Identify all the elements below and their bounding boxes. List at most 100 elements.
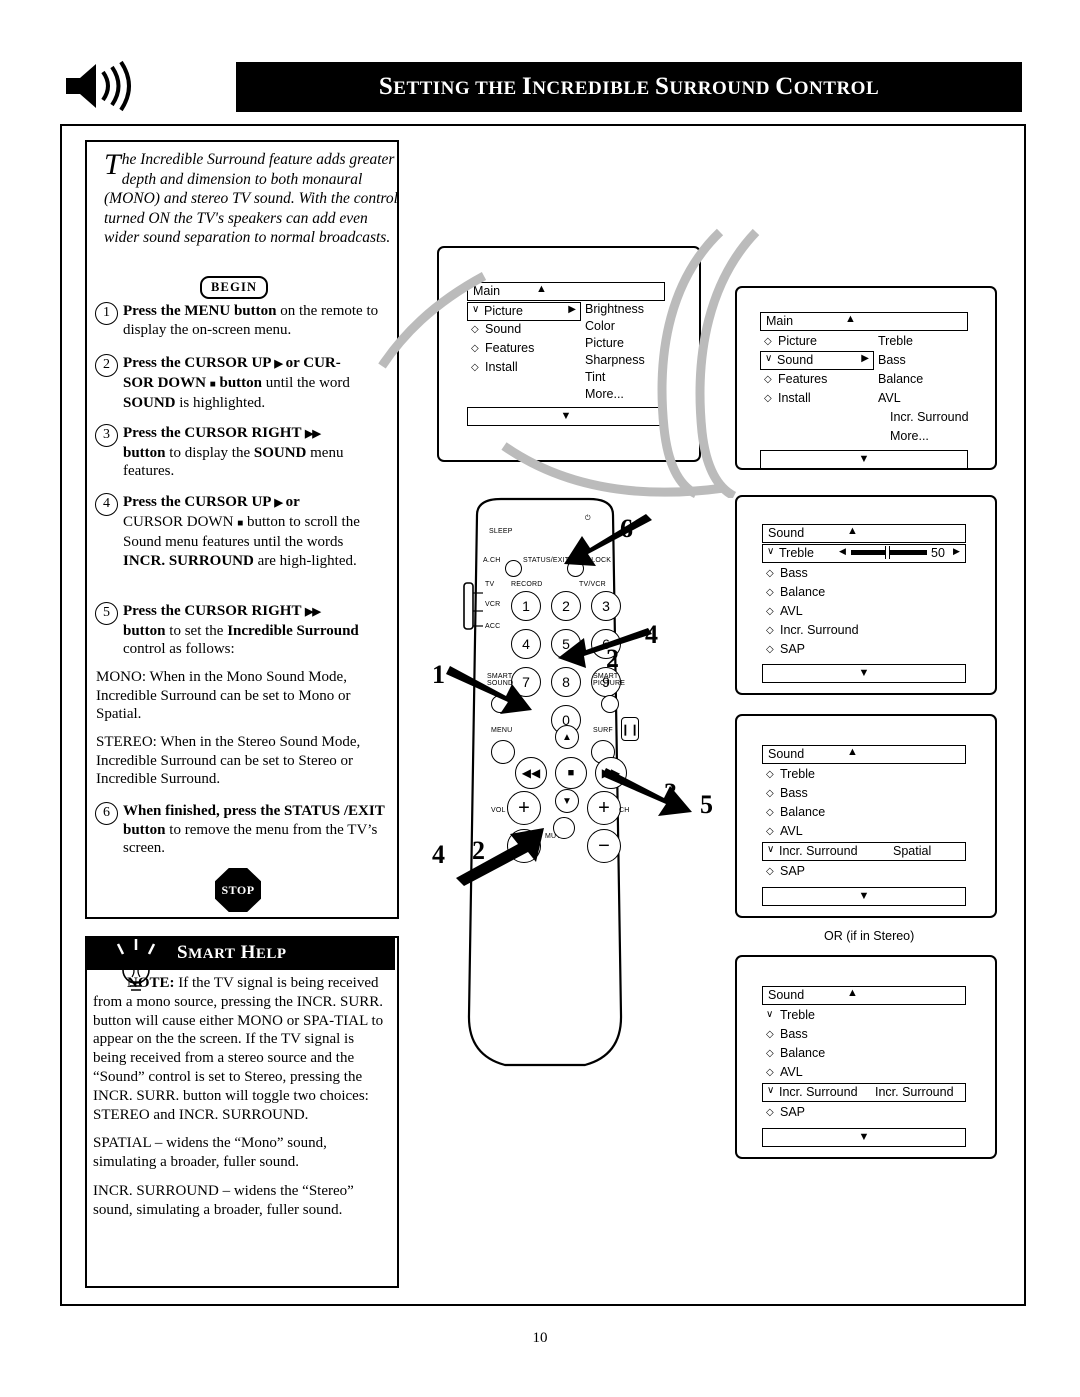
remote-button-menu[interactable] — [491, 740, 515, 764]
page-title: SETTING THE INCREDIBLE SURROUND CONTROL — [378, 73, 880, 100]
speaker-icon — [58, 58, 138, 114]
remote-button-smart-picture[interactable] — [601, 695, 619, 713]
osd-right-more: More... — [890, 429, 929, 443]
remote-button-ach[interactable] — [505, 560, 522, 577]
callout-label-2-left: 2 — [472, 836, 485, 865]
osd-item-features: Features — [485, 341, 535, 355]
cursor-left-button[interactable]: ◀◀ — [515, 757, 547, 789]
osd-right-bass: Bass — [878, 353, 906, 367]
step-3-number: 3 — [95, 424, 118, 447]
cursor-stop-button[interactable]: ■ — [555, 757, 587, 789]
osd-right-incr-surround: Incr. Surround — [890, 410, 969, 424]
osd-item-sound: Sound — [777, 353, 814, 367]
remote-label-vcr: VCR — [485, 601, 501, 608]
step-1-number: 1 — [95, 302, 118, 325]
diamond-icon: ◇ — [764, 393, 772, 404]
intro-paragraph: The Incredible Surround feature adds gre… — [96, 146, 406, 248]
diamond-icon: ◇ — [766, 606, 774, 617]
begin-badge: BEGIN — [200, 276, 269, 299]
remote-key-3[interactable]: 3 — [591, 591, 621, 621]
step-1: 1 Press the MENU button on the remote to… — [95, 302, 386, 339]
osd-item-balance: Balance — [780, 1046, 826, 1060]
check-icon: ∨ — [767, 546, 775, 557]
note-label: NOTE: — [127, 975, 175, 991]
check-icon: ∨ — [765, 353, 773, 364]
or-caption: OR (if in Stereo) — [824, 929, 915, 943]
callout-label-6: 6 — [620, 514, 633, 543]
slider-right-arrow-icon: ▶ — [953, 546, 960, 556]
callout-label-4-right: 4 — [645, 620, 658, 649]
diamond-icon: ◇ — [766, 644, 774, 655]
scroll-down-icon: ▼ — [858, 453, 870, 465]
osd-item-sap: SAP — [780, 1105, 806, 1119]
osd-item-treble: Treble — [780, 767, 815, 781]
osd-title: Sound — [768, 747, 805, 761]
remote-button-pause[interactable]: ❙❙ — [621, 717, 639, 741]
osd-item-balance: Balance — [780, 585, 826, 599]
osd-sound-incr: Sound ▲ ∨ Treble ◇ Bass ◇ Balance ◇ AVL … — [762, 986, 972, 1147]
step-2-number: 2 — [95, 354, 118, 377]
step-4-number: 4 — [95, 493, 118, 516]
diamond-icon: ◇ — [766, 587, 774, 598]
smart-help-incr: INCR. SURROUND – widens the “Stereo” sou… — [93, 1182, 354, 1218]
callout-arrow-1 — [446, 666, 532, 714]
remote-label-tv: TV — [485, 581, 495, 588]
scroll-up-icon: ▲ — [536, 283, 547, 295]
cursor-up-button[interactable]: ▲ — [555, 725, 579, 749]
check-icon: ∨ — [767, 1085, 775, 1096]
callout-label-4-left: 4 — [432, 840, 445, 869]
remote-key-2[interactable]: 2 — [551, 591, 581, 621]
osd-item-bass: Bass — [780, 566, 808, 580]
step-5: 5 Press the CURSOR RIGHT ▶▶ button to set… — [95, 602, 386, 659]
osd-item-install: Install — [778, 391, 811, 405]
diamond-icon: ◇ — [766, 769, 774, 780]
diamond-icon: ◇ — [766, 568, 774, 579]
osd-item-incr-surround: Incr. Surround — [779, 1085, 858, 1099]
check-icon: ∨ — [767, 844, 775, 855]
step-3: 3 Press the CURSOR RIGHT ▶▶ button to dis… — [95, 424, 386, 481]
osd-item-avl: AVL — [780, 1065, 803, 1079]
osd-item-treble: Treble — [780, 1008, 815, 1022]
remote-label-tvvcr: TV/VCR — [579, 581, 606, 588]
diamond-icon: ◇ — [766, 1048, 774, 1059]
osd-title: Sound — [768, 526, 805, 540]
page-title-bar: SETTING THE INCREDIBLE SURROUND CONTROL — [236, 62, 1022, 112]
diamond-icon: ◇ — [766, 1029, 774, 1040]
scroll-up-icon: ▲ — [847, 525, 858, 537]
remote-key-1[interactable]: 1 — [511, 591, 541, 621]
cursor-down-button[interactable]: ▼ — [555, 789, 579, 813]
osd-item-avl: AVL — [780, 604, 803, 618]
smart-help-spatial: SPATIAL – widens the “Mono” sound, simul… — [93, 1135, 327, 1171]
diamond-icon: ◇ — [766, 807, 774, 818]
diamond-icon: ◇ — [766, 1067, 774, 1078]
osd-title: Sound — [768, 988, 805, 1002]
remote-label-vol: VOL — [491, 807, 506, 814]
osd-sound-treble: Sound ▲ ∨ Treble ◀ 50 ▶ ◇ Bass ◇ Balance… — [762, 524, 972, 683]
remote-label-menu: MENU — [491, 727, 513, 734]
osd-item-balance: Balance — [780, 805, 826, 819]
remote-label-acc: ACC — [485, 623, 501, 630]
osd-item-sap: SAP — [780, 864, 806, 878]
remote-label-smart-picture: SMART PICTURE — [593, 673, 626, 687]
decorative-swoosh-left — [378, 272, 487, 369]
osd-value-incr-surround: Incr. Surround — [875, 1085, 954, 1099]
osd-item-avl: AVL — [780, 824, 803, 838]
osd-right-balance: Balance — [878, 372, 924, 386]
diamond-icon: ◇ — [764, 336, 772, 347]
osd-item-bass: Bass — [780, 1027, 808, 1041]
diamond-icon: ◇ — [766, 625, 774, 636]
step-5-number: 5 — [95, 602, 118, 625]
intro-text: he Incredible Surround feature adds grea… — [104, 151, 398, 246]
osd-item-bass: Bass — [780, 786, 808, 800]
smart-help-note: NOTE: If the TV signal is being received… — [93, 974, 389, 1124]
callout-arrow-4-2-left — [456, 828, 544, 886]
osd-right-treble: Treble — [878, 334, 913, 348]
step-6-number: 6 — [95, 802, 118, 825]
callout-label-3: 3 — [664, 778, 677, 807]
diamond-icon: ◇ — [764, 374, 772, 385]
diamond-icon: ◇ — [766, 788, 774, 799]
diamond-icon: ◇ — [766, 826, 774, 837]
remote-label-record: RECORD — [511, 581, 543, 588]
channel-down-button[interactable]: − — [587, 829, 621, 863]
osd-item-treble: Treble — [779, 546, 814, 560]
